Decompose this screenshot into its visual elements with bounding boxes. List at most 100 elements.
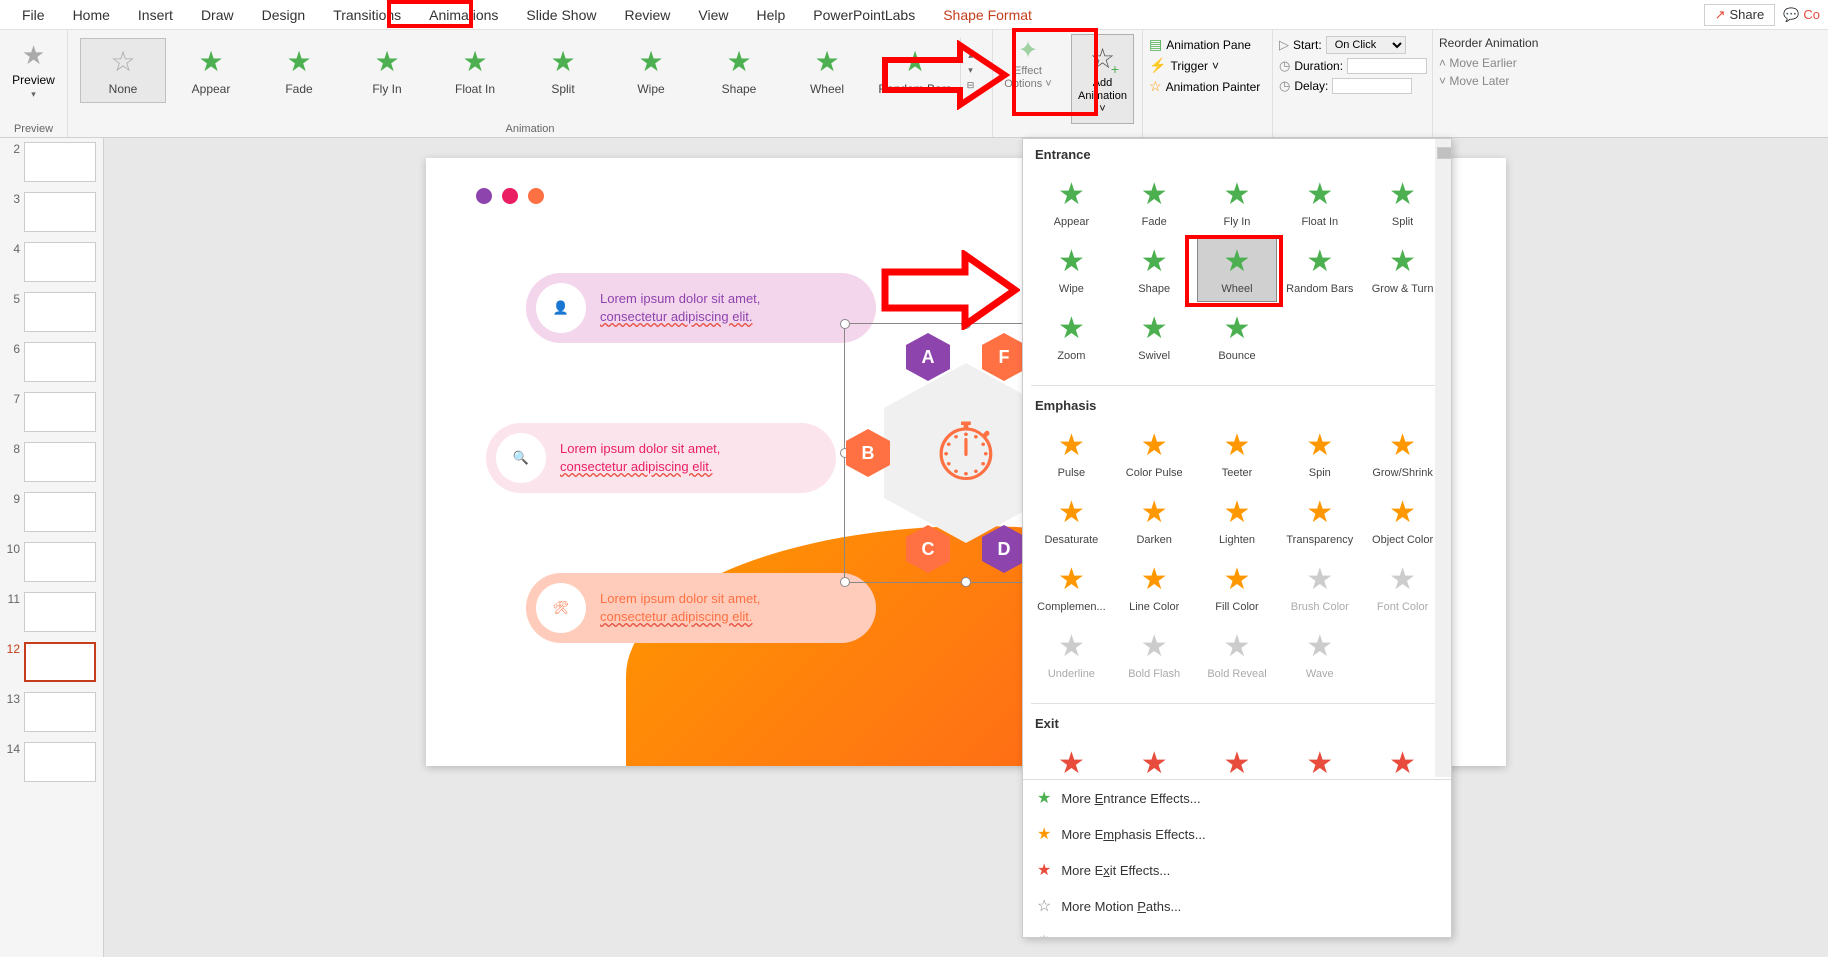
dd-item-random-bars[interactable]: ★Random Bars [1279,237,1360,302]
menu-home[interactable]: Home [59,3,124,27]
info-pill-tl[interactable]: 👤Lorem ipsum dolor sit amet,consectetur … [526,273,876,343]
dd-item-lighten[interactable]: ★Lighten [1197,488,1278,553]
move-later-button[interactable]: ˅ Move Later [1439,74,1557,88]
dd-item-desaturate[interactable]: ★Desaturate [1031,488,1112,553]
thumb-row-13[interactable]: 13 [4,692,99,732]
gallery-item-float-in[interactable]: ★Float In [432,38,518,103]
slide-thumbnail[interactable] [24,592,96,632]
add-animation-button[interactable]: ☆+ AddAnimation ˅ [1071,34,1134,124]
dd-item-teeter[interactable]: ★Teeter [1197,421,1278,486]
dd-item-split[interactable]: ★Split [1362,170,1443,235]
menu-review[interactable]: Review [610,3,684,27]
dropdown-scroll[interactable]: Entrance ★Appear★Fade★Fly In★Float In★Sp… [1023,139,1451,779]
info-pill-bl[interactable]: 🛠Lorem ipsum dolor sit amet,consectetur … [526,573,876,643]
share-button[interactable]: ↗Share [1704,4,1776,26]
trigger-button[interactable]: ⚡Trigger ˅ [1149,57,1266,74]
gallery-item-split[interactable]: ★Split [520,38,606,103]
gallery-item-none[interactable]: ☆None [80,38,166,103]
dd-item-exit[interactable]: ★ [1114,739,1195,779]
resize-handle-bl[interactable] [840,577,850,587]
slide-thumbnail[interactable] [24,242,96,282]
more-emphasis-effects[interactable]: ★More Emphasis Effects... [1023,816,1451,852]
gallery-item-wheel[interactable]: ★Wheel [784,38,870,103]
dd-item-fade[interactable]: ★Fade [1114,170,1195,235]
thumbnails-panel[interactable]: 234567891011121314 [0,138,104,957]
slide-thumbnail[interactable] [24,442,96,482]
dd-item-color-pulse[interactable]: ★Color Pulse [1114,421,1195,486]
dd-item-pulse[interactable]: ★Pulse [1031,421,1112,486]
dd-item-appear[interactable]: ★Appear [1031,170,1112,235]
dd-item-zoom[interactable]: ★Zoom [1031,304,1112,369]
more-entrance-effects[interactable]: ★More Entrance Effects... [1023,780,1451,816]
dd-item-spin[interactable]: ★Spin [1279,421,1360,486]
info-pill-ml[interactable]: 🔍Lorem ipsum dolor sit amet,consectetur … [486,423,836,493]
more-motion-paths[interactable]: ☆More Motion Paths... [1023,888,1451,924]
slide-thumbnail[interactable] [24,692,96,732]
duration-input[interactable] [1347,58,1427,74]
gallery-item-wipe[interactable]: ★Wipe [608,38,694,103]
thumb-row-7[interactable]: 7 [4,392,99,432]
resize-handle-bm[interactable] [961,577,971,587]
menu-powerpointlabs[interactable]: PowerPointLabs [799,3,929,27]
preview-button[interactable]: ★ Preview ▾ [8,34,59,106]
slide-thumbnail[interactable] [24,642,96,682]
dd-item-fly-in[interactable]: ★Fly In [1197,170,1278,235]
delay-input[interactable] [1332,78,1412,94]
thumb-row-4[interactable]: 4 [4,242,99,282]
thumb-row-9[interactable]: 9 [4,492,99,532]
thumb-row-11[interactable]: 11 [4,592,99,632]
dd-item-complemen-[interactable]: ★Complemen... [1031,555,1112,620]
thumb-row-6[interactable]: 6 [4,342,99,382]
dd-item-object-color[interactable]: ★Object Color [1362,488,1443,553]
resize-handle-tm[interactable] [961,319,971,329]
thumb-row-3[interactable]: 3 [4,192,99,232]
dd-item-bounce[interactable]: ★Bounce [1197,304,1278,369]
dd-item-exit[interactable]: ★ [1031,739,1112,779]
more-exit-effects[interactable]: ★More Exit Effects... [1023,852,1451,888]
slide-thumbnail[interactable] [24,542,96,582]
dd-item-wheel[interactable]: ★Wheel [1197,237,1278,302]
dd-item-grow-shrink[interactable]: ★Grow/Shrink [1362,421,1443,486]
dd-item-wipe[interactable]: ★Wipe [1031,237,1112,302]
menu-view[interactable]: View [684,3,742,27]
gallery-item-fade[interactable]: ★Fade [256,38,342,103]
effect-options-button[interactable]: ✦ EffectOptions ˅ [993,30,1063,137]
dd-item-float-in[interactable]: ★Float In [1279,170,1360,235]
thumb-row-5[interactable]: 5 [4,292,99,332]
thumb-row-12[interactable]: 12 [4,642,99,682]
dd-item-swivel[interactable]: ★Swivel [1114,304,1195,369]
gallery-item-appear[interactable]: ★Appear [168,38,254,103]
slide-editor-area[interactable]: 👤Lorem ipsum dolor sit amet,consectetur … [104,138,1828,957]
menu-transitions[interactable]: Transitions [319,3,415,27]
dd-item-shape[interactable]: ★Shape [1114,237,1195,302]
slide-thumbnail[interactable] [24,192,96,232]
animation-painter-button[interactable]: ☆Animation Painter [1149,78,1266,95]
slide-thumbnail[interactable] [24,292,96,332]
dd-item-transparency[interactable]: ★Transparency [1279,488,1360,553]
resize-handle-tl[interactable] [840,319,850,329]
dd-item-exit[interactable]: ★ [1362,739,1443,779]
menu-file[interactable]: File [8,3,59,27]
start-select[interactable]: On Click [1326,36,1406,54]
dd-item-fill-color[interactable]: ★Fill Color [1197,555,1278,620]
dd-item-line-color[interactable]: ★Line Color [1114,555,1195,620]
dd-item-exit[interactable]: ★ [1279,739,1360,779]
dd-item-exit[interactable]: ★ [1197,739,1278,779]
comments-button[interactable]: 💬Co [1783,7,1820,23]
thumb-row-10[interactable]: 10 [4,542,99,582]
move-earlier-button[interactable]: ˄ Move Earlier [1439,56,1557,70]
menu-draw[interactable]: Draw [187,3,248,27]
slide-thumbnail[interactable] [24,142,96,182]
slide-thumbnail[interactable] [24,742,96,782]
slide-thumbnail[interactable] [24,492,96,532]
thumb-row-14[interactable]: 14 [4,742,99,782]
menu-design[interactable]: Design [248,3,320,27]
dropdown-scrollbar[interactable] [1435,139,1451,777]
gallery-item-shape[interactable]: ★Shape [696,38,782,103]
dd-item-grow-turn[interactable]: ★Grow & Turn [1362,237,1443,302]
thumb-row-8[interactable]: 8 [4,442,99,482]
gallery-item-random-bars[interactable]: ★Random Bars [872,38,958,103]
scrollbar-thumb[interactable] [1437,147,1452,159]
menu-animations[interactable]: Animations [415,3,512,27]
menu-insert[interactable]: Insert [124,3,187,27]
